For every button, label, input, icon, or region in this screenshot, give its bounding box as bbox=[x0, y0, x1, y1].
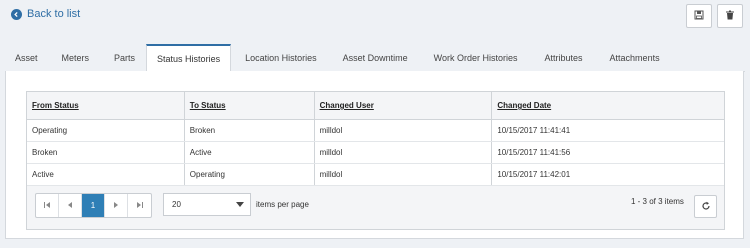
tab-attachments[interactable]: Attachments bbox=[596, 44, 674, 72]
prev-page-button[interactable] bbox=[59, 194, 82, 217]
pagination-buttons: 1 bbox=[35, 193, 152, 218]
pager-info: 1 - 3 of 3 items bbox=[631, 197, 684, 206]
tab-content-panel: From Status To Status Changed User Chang… bbox=[5, 71, 744, 239]
tab-location-histories[interactable]: Location Histories bbox=[231, 44, 331, 72]
grid-header: From Status To Status Changed User Chang… bbox=[27, 92, 724, 120]
page-size-value: 20 bbox=[172, 200, 181, 209]
page-size-select[interactable]: 20 bbox=[163, 193, 251, 216]
cell-changed-user: milldol bbox=[315, 120, 493, 141]
items-per-page-label: items per page bbox=[256, 200, 309, 209]
next-page-icon bbox=[112, 201, 120, 211]
back-to-list-label: Back to list bbox=[27, 8, 81, 20]
table-row[interactable]: Active Operating milldol 10/15/2017 11:4… bbox=[27, 164, 724, 186]
column-header-changed-date[interactable]: Changed Date bbox=[492, 92, 724, 119]
save-button[interactable] bbox=[686, 4, 712, 28]
delete-button[interactable] bbox=[717, 4, 743, 28]
tab-attributes[interactable]: Attributes bbox=[532, 44, 596, 72]
tab-bar: Asset Meters Parts Status Histories Loca… bbox=[5, 44, 745, 73]
table-row[interactable]: Broken Active milldol 10/15/2017 11:41:5… bbox=[27, 142, 724, 164]
cell-from-status: Operating bbox=[27, 120, 185, 141]
tab-asset-downtime[interactable]: Asset Downtime bbox=[331, 44, 420, 72]
cell-changed-date: 10/15/2017 11:41:41 bbox=[497, 126, 571, 135]
tab-asset[interactable]: Asset bbox=[5, 44, 48, 72]
back-to-list-link[interactable]: Back to list bbox=[11, 8, 80, 20]
tab-status-histories[interactable]: Status Histories bbox=[146, 44, 232, 73]
cell-to-status: Operating bbox=[185, 164, 315, 185]
cell-changed-date: 10/15/2017 11:41:56 bbox=[497, 148, 571, 157]
refresh-button[interactable] bbox=[694, 195, 717, 218]
column-header-changed-user[interactable]: Changed User bbox=[315, 92, 493, 119]
prev-page-icon bbox=[66, 201, 74, 211]
last-page-button[interactable] bbox=[128, 194, 151, 217]
next-page-button[interactable] bbox=[105, 194, 128, 217]
floppy-disk-icon bbox=[694, 10, 704, 22]
first-page-icon bbox=[43, 201, 51, 211]
tab-parts[interactable]: Parts bbox=[103, 44, 146, 72]
circle-arrow-left-icon bbox=[11, 8, 22, 20]
cell-changed-user: milldol bbox=[315, 164, 493, 185]
cell-changed-user: milldol bbox=[315, 142, 493, 163]
cell-to-status: Active bbox=[185, 142, 315, 163]
trash-icon bbox=[725, 10, 735, 22]
cell-from-status: Broken bbox=[27, 142, 185, 163]
status-history-grid: From Status To Status Changed User Chang… bbox=[26, 91, 725, 230]
column-header-to-status[interactable]: To Status bbox=[185, 92, 315, 119]
tab-meters[interactable]: Meters bbox=[48, 44, 104, 72]
grid-pager: 1 20 items per page 1 - 3 of 3 items bbox=[27, 186, 724, 229]
last-page-icon bbox=[136, 201, 144, 211]
refresh-icon bbox=[701, 201, 711, 213]
cell-to-status: Broken bbox=[185, 120, 315, 141]
chevron-down-icon bbox=[236, 202, 244, 207]
tab-work-order-histories[interactable]: Work Order Histories bbox=[420, 44, 532, 72]
cell-changed-date: 10/15/2017 11:42:01 bbox=[497, 170, 571, 179]
page-number-button[interactable]: 1 bbox=[82, 194, 105, 217]
table-row[interactable]: Operating Broken milldol 10/15/2017 11:4… bbox=[27, 120, 724, 142]
cell-from-status: Active bbox=[27, 164, 185, 185]
column-header-from-status[interactable]: From Status bbox=[27, 92, 185, 119]
first-page-button[interactable] bbox=[36, 194, 59, 217]
